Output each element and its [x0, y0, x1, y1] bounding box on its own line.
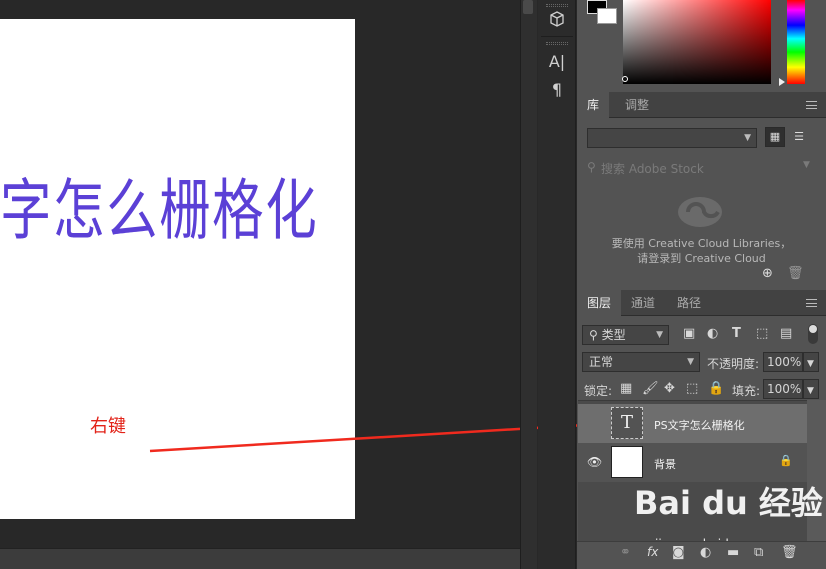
baidu-watermark-logo: Bai du 经验 [634, 484, 823, 522]
opacity-dropdown[interactable]: ▼ [803, 352, 819, 372]
new-group-folder-icon[interactable]: ▬ [727, 545, 739, 560]
new-layer-icon[interactable]: ⧉ [754, 545, 763, 560]
new-adjustment-layer-icon[interactable]: ◐ [700, 545, 711, 560]
fill-dropdown[interactable]: ▼ [803, 379, 819, 399]
search-placeholder: 搜索 Adobe Stock [601, 162, 704, 176]
opacity-label: 不透明度: [707, 357, 760, 371]
tab-paths[interactable]: 路径 [667, 290, 711, 316]
color-picker-cursor[interactable] [622, 76, 628, 82]
lock-position-icon[interactable]: ✥ [664, 381, 675, 396]
layer-row-text[interactable]: T PS文字怎么栅格化 [578, 404, 807, 443]
type-filter-icon[interactable]: T [732, 326, 741, 341]
adjustment-filter-icon[interactable]: ◐ [707, 326, 718, 341]
3d-cube-icon[interactable] [538, 11, 576, 31]
image-filter-icon[interactable]: ▣ [683, 326, 695, 341]
vertical-scrollbar[interactable] [520, 0, 537, 569]
paragraph-icon[interactable]: ¶ [538, 80, 576, 99]
lock-icon: 🔒 [779, 454, 793, 467]
layer-name[interactable]: PS文字怎么栅格化 [654, 417, 745, 433]
character-icon[interactable]: A| [538, 52, 576, 71]
chevron-down-icon: ▼ [807, 386, 814, 396]
stock-search-field[interactable]: ⚲ 搜索 Adobe Stock ▼ [587, 158, 815, 178]
text-layer-thumbnail: T [611, 407, 643, 439]
layers-tab-bar: 图层 通道 路径 [577, 290, 826, 316]
fill-field[interactable]: 100% [763, 379, 803, 399]
blend-mode-select[interactable]: 正常 ▼ [582, 352, 700, 372]
lock-all-icon[interactable]: 🔒 [708, 381, 724, 396]
layer-row-background[interactable]: 👁 背景 🔒 [578, 443, 807, 482]
horizontal-scrollbar[interactable] [0, 548, 520, 569]
tab-library[interactable]: 库 [577, 92, 610, 118]
hue-slider[interactable] [787, 0, 805, 84]
shape-filter-icon[interactable]: ⬚ [756, 326, 768, 341]
chevron-down-icon: ▼ [807, 359, 814, 369]
lock-artboard-icon[interactable]: ⬚ [686, 381, 698, 396]
link-layers-icon[interactable]: ⚭ [620, 545, 631, 560]
vertical-scrollbar-thumb[interactable] [523, 0, 533, 14]
grid-view-button[interactable]: ▦ [765, 127, 785, 147]
blend-mode-value: 正常 [589, 355, 614, 369]
chevron-down-icon: ▼ [744, 133, 751, 143]
chevron-down-icon: ▼ [803, 160, 810, 170]
creative-cloud-icon [674, 192, 726, 235]
strip-grip[interactable] [546, 4, 568, 7]
fill-label: 填充: [732, 384, 761, 398]
filter-kind-label: 类型 [601, 328, 626, 342]
delete-layer-trash-icon[interactable]: 🗑 [781, 545, 798, 560]
library-message-line1: 要使用 Creative Cloud Libraries， [611, 237, 792, 250]
background-layer-thumbnail [611, 446, 643, 478]
color-spectrum-field[interactable] [623, 0, 771, 84]
strip-separator [541, 36, 573, 37]
lock-transparent-icon[interactable]: ▦ [620, 381, 632, 396]
layer-name[interactable]: 背景 [654, 456, 676, 472]
smart-object-filter-icon[interactable]: ▤ [780, 326, 792, 341]
search-icon: ⚲ [589, 328, 602, 342]
layer-filter-select[interactable]: ⚲ 类型 ▼ [582, 325, 669, 345]
tab-layers[interactable]: 图层 [577, 290, 622, 316]
chevron-down-icon: ▼ [656, 330, 663, 340]
chevron-down-icon: ▼ [687, 357, 694, 367]
filter-toggle[interactable] [808, 324, 818, 344]
eye-icon[interactable]: 👁 [587, 455, 602, 469]
layer-style-fx-button[interactable]: fx [647, 545, 658, 559]
library-select[interactable]: ▼ [587, 128, 757, 148]
tab-channels[interactable]: 通道 [621, 290, 665, 316]
lock-label: 锁定: [584, 384, 613, 398]
add-mask-icon[interactable]: ◙ [672, 545, 685, 560]
panel-menu-icon[interactable] [806, 299, 817, 307]
list-view-button[interactable]: ☰ [789, 127, 809, 147]
opacity-field[interactable]: 100% [763, 352, 803, 372]
library-tab-bar: 库 调整 [577, 92, 826, 118]
lock-image-icon[interactable]: 🖌 [642, 381, 659, 396]
filter-toggle-knob [809, 325, 817, 333]
cc-sync-icon[interactable]: ⊕ [762, 266, 773, 281]
panel-menu-icon[interactable] [806, 101, 817, 109]
search-icon: ⚲ [587, 160, 596, 174]
tab-adjustments[interactable]: 调整 [615, 92, 659, 118]
background-color-swatch[interactable] [597, 8, 617, 24]
strip-grip[interactable] [546, 42, 568, 45]
library-message-line2: 请登录到 Creative Cloud [637, 252, 766, 265]
trash-icon[interactable]: 🗑 [787, 266, 804, 281]
hue-slider-handle[interactable] [779, 78, 785, 86]
